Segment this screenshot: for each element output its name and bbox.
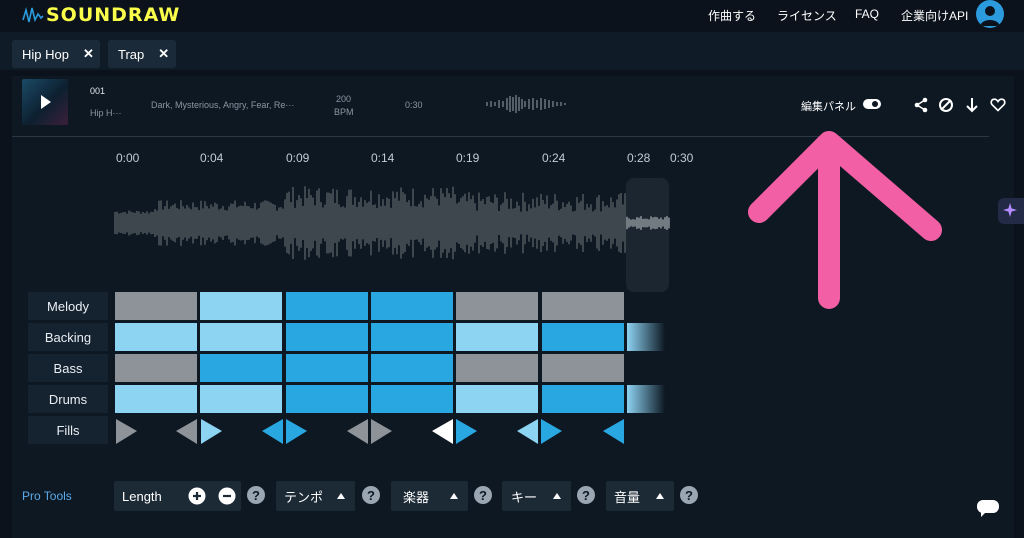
caret-up-icon xyxy=(337,493,345,499)
nav-faq[interactable]: FAQ xyxy=(855,7,879,21)
length-label: Length xyxy=(122,488,162,504)
pro-tools-label[interactable]: Pro Tools xyxy=(22,489,72,503)
song-number: 001 xyxy=(90,86,106,96)
track-label-fills: Fills xyxy=(28,416,108,444)
tempo-label: テンポ xyxy=(284,489,324,505)
tempo-dropdown[interactable]: テンポ xyxy=(276,481,355,511)
volume-help-icon[interactable]: ? xyxy=(680,486,698,504)
fill-marker xyxy=(286,419,307,444)
user-icon xyxy=(980,6,1000,26)
close-icon[interactable]: ✕ xyxy=(83,46,94,62)
nav-license[interactable]: ライセンス xyxy=(777,7,837,24)
play-icon[interactable] xyxy=(22,79,68,125)
caret-up-icon xyxy=(553,493,561,499)
song-duration: 0:30 xyxy=(405,100,423,110)
song-waveform[interactable] xyxy=(114,178,674,268)
tag-label: Hip Hop xyxy=(22,46,69,62)
mini-waveform xyxy=(486,95,566,113)
plus-icon[interactable] xyxy=(188,487,206,505)
fill-marker xyxy=(201,419,222,444)
track-label-backing: Backing xyxy=(28,323,108,351)
caret-up-icon xyxy=(450,493,458,499)
song-genre: Hip H··· xyxy=(90,108,122,118)
caret-up-icon xyxy=(656,493,664,499)
track-label-melody: Melody xyxy=(28,292,108,320)
tag-hip-hop[interactable]: Hip Hop ✕ xyxy=(12,40,100,68)
timeline-label: 0:19 xyxy=(456,151,480,165)
timeline-label: 0:24 xyxy=(542,151,566,165)
sparkle-icon xyxy=(1003,203,1017,217)
chat-icon xyxy=(977,500,999,517)
timeline-label: 0:28 xyxy=(627,151,651,165)
fill-marker xyxy=(603,419,624,444)
fill-marker xyxy=(456,419,477,444)
fill-marker xyxy=(176,419,197,444)
waveform-logo-icon xyxy=(22,6,44,23)
length-help-icon[interactable]: ? xyxy=(247,486,265,504)
chat-widget[interactable] xyxy=(966,490,1010,524)
nav-compose[interactable]: 作曲する xyxy=(708,7,756,24)
song-moods: Dark, Mysterious, Angry, Fear, Re··· xyxy=(151,100,295,110)
share-icon[interactable] xyxy=(913,97,929,113)
pro-tools-text: Pro Tools xyxy=(22,489,72,503)
similar-icon[interactable] xyxy=(938,97,954,113)
close-icon[interactable]: ✕ xyxy=(158,46,169,62)
nav-enterprise-api[interactable]: 企業向けAPI xyxy=(901,7,968,24)
instrument-label: 楽器 xyxy=(403,489,430,505)
timeline-label: 0:30 xyxy=(670,151,694,165)
tag-trap[interactable]: Trap ✕ xyxy=(108,40,176,68)
fill-marker xyxy=(347,419,368,444)
fill-marker xyxy=(262,419,283,444)
fill-marker xyxy=(541,419,562,444)
fill-marker xyxy=(432,419,453,444)
fills-row[interactable] xyxy=(114,416,634,446)
track-label-drums: Drums xyxy=(28,385,108,413)
logo-text: SOUNDRAW xyxy=(46,4,181,26)
assistant-tab[interactable] xyxy=(998,198,1024,224)
fill-marker xyxy=(517,419,538,444)
fill-marker xyxy=(116,419,137,444)
fill-marker xyxy=(371,419,392,444)
tempo-help-icon[interactable]: ? xyxy=(362,486,380,504)
bpm-unit: BPM xyxy=(334,107,354,117)
heart-icon[interactable] xyxy=(990,97,1006,112)
timeline-label: 0:09 xyxy=(286,151,310,165)
edit-panel-label: 編集パネル xyxy=(801,101,856,113)
length-control: Length xyxy=(114,481,241,511)
avatar[interactable] xyxy=(976,0,1004,28)
timeline-label: 0:04 xyxy=(200,151,224,165)
volume-label: 音量 xyxy=(614,489,641,505)
timeline-label: 0:00 xyxy=(116,151,140,165)
timeline-label: 0:14 xyxy=(371,151,395,165)
minus-icon[interactable] xyxy=(218,487,236,505)
key-dropdown[interactable]: キー xyxy=(502,481,571,511)
download-icon[interactable] xyxy=(965,97,979,113)
instrument-help-icon[interactable]: ? xyxy=(474,486,492,504)
song-thumbnail[interactable] xyxy=(22,79,68,125)
volume-dropdown[interactable]: 音量 xyxy=(606,481,674,511)
edit-panel-toggle[interactable] xyxy=(863,99,881,109)
instrument-dropdown[interactable]: 楽器 xyxy=(391,481,468,511)
track-label-bass: Bass xyxy=(28,354,108,382)
logo[interactable]: SOUNDRAW xyxy=(22,2,180,28)
tag-label: Trap xyxy=(118,46,145,62)
key-help-icon[interactable]: ? xyxy=(577,486,595,504)
bpm-value: 200 xyxy=(336,94,352,104)
annotation-arrow-up-icon xyxy=(748,131,942,309)
key-label: キー xyxy=(511,489,538,505)
